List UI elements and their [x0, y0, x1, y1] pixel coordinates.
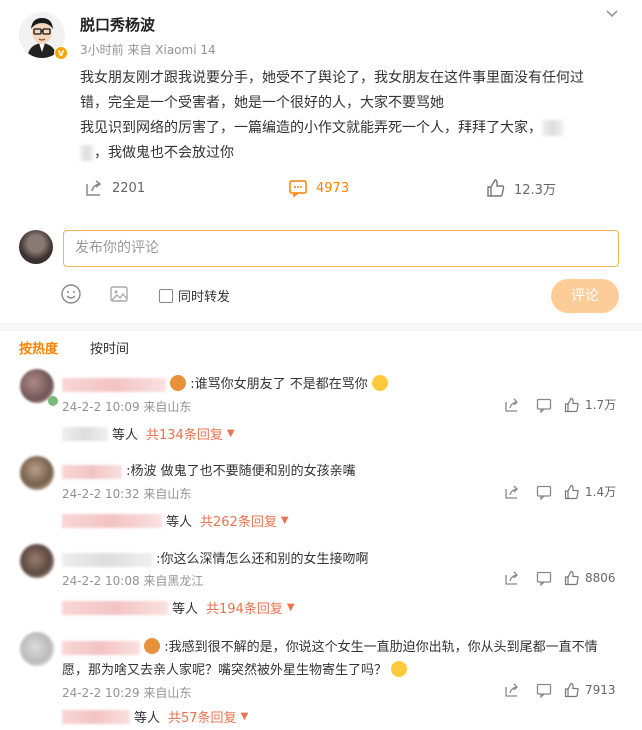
thumbs-up-icon[interactable]	[564, 397, 580, 413]
commenter-avatar[interactable]	[20, 456, 54, 490]
comment-like-count: 7913	[585, 683, 616, 697]
blurred-username	[62, 377, 166, 392]
comment-text: :谁骂你女朋友了 不是都在骂你	[62, 373, 388, 392]
blurred-username	[62, 600, 168, 615]
comment-meta: 24-2-2 10:09 来自山东	[62, 400, 192, 414]
post-line: ，我做鬼也不会放过你	[80, 141, 628, 166]
share-count: 2201	[112, 180, 146, 196]
caret-down-icon: ▼	[280, 515, 289, 526]
blurred-text	[80, 145, 94, 161]
comment-meta: 24-2-2 10:32 来自山东	[62, 487, 192, 501]
reply-count: 共57条回复	[168, 711, 237, 726]
divider	[0, 323, 642, 331]
share-icon[interactable]	[504, 484, 520, 500]
tab-hot[interactable]: 按热度	[19, 338, 58, 357]
comment-actions: 7913	[504, 682, 616, 698]
comment-actions: 1.7万	[504, 396, 616, 413]
share-button[interactable]: 2201	[84, 178, 145, 198]
checkbox-icon	[159, 288, 173, 303]
comment-meta: 24-2-2 10:08 来自黑龙江	[62, 574, 204, 588]
comment-icon[interactable]	[536, 484, 552, 500]
share-icon[interactable]	[504, 682, 520, 698]
comment-text: :我感到很不解的是，你说这个女生一直肋迫你出轨，你从头到尾都一直不情 愿，那为啥…	[62, 638, 598, 678]
thumbs-up-icon	[487, 179, 505, 197]
comment-meta: 24-2-2 10:29 来自山东	[62, 686, 192, 700]
tab-time[interactable]: 按时间	[90, 338, 129, 357]
comment-input[interactable]: 发布你的评论	[63, 230, 619, 267]
comment-button[interactable]: 4973	[288, 178, 349, 198]
thumbs-up-icon[interactable]	[564, 682, 580, 698]
post-line: 我见识到网络的厉害了，一篇编造的小作文就能弄死一个人，拜拜了大家，	[80, 116, 628, 141]
emoji-icon	[391, 661, 408, 677]
image-icon[interactable]	[109, 284, 129, 304]
blurred-username	[62, 464, 122, 479]
caret-down-icon: ▼	[240, 711, 249, 722]
share-icon[interactable]	[504, 570, 520, 586]
comment-text: :杨波 做鬼了也不要随便和别的女孩亲嘴	[62, 460, 356, 479]
emoji-icon	[371, 375, 388, 391]
post-body: 我女朋友刚才跟我说要分手，她受不了舆论了，我女朋友在这件事里面没有任何过 错，完…	[80, 66, 628, 166]
blurred-username	[62, 709, 130, 724]
comment-actions: 8806	[504, 570, 616, 586]
my-avatar	[19, 230, 53, 264]
reply-count: 共194条回复	[206, 602, 283, 617]
comment-icon[interactable]	[536, 682, 552, 698]
post-line: 错，完全是一个受害者，她是一个很好的人，大家不要骂她	[80, 95, 444, 111]
comment-text: :你这么深情怎么还和别的女生接吻啊	[62, 548, 369, 567]
chevron-down-icon[interactable]	[602, 6, 622, 26]
fan-badge-icon	[170, 375, 187, 391]
comment-actions: 1.4万	[504, 483, 616, 500]
reply-summary[interactable]: 等人 共57条回复 ▼	[62, 707, 248, 726]
reply-summary[interactable]: 等人 共194条回复 ▼	[62, 598, 295, 617]
post-meta: 3小时前 来自 Xiaomi 14	[80, 43, 216, 57]
author-name[interactable]: 脱口秀杨波	[80, 14, 155, 35]
comment-icon[interactable]	[536, 570, 552, 586]
comment-like-count: 8806	[585, 571, 616, 585]
blurred-username	[62, 640, 140, 655]
reply-count: 共134条回复	[146, 428, 223, 443]
caret-down-icon: ▼	[226, 428, 235, 439]
blurred-text	[542, 120, 564, 136]
commenter-avatar[interactable]	[20, 632, 54, 666]
comment-icon	[289, 180, 307, 198]
commenter-avatar[interactable]	[20, 544, 54, 578]
comment-like-count: 1.7万	[585, 398, 617, 412]
reply-summary[interactable]: 等人 共262条回复 ▼	[62, 511, 289, 530]
reply-count: 共262条回复	[200, 515, 277, 530]
repost-label: 同时转发	[178, 290, 231, 305]
caret-down-icon: ▼	[286, 602, 295, 613]
blurred-username	[62, 426, 108, 441]
blurred-username	[62, 552, 152, 567]
share-icon[interactable]	[504, 397, 520, 413]
thumbs-up-icon[interactable]	[564, 484, 580, 500]
comment-like-count: 1.4万	[585, 485, 617, 499]
thumbs-up-icon[interactable]	[564, 570, 580, 586]
comment-count: 4973	[316, 180, 350, 196]
fan-badge-icon	[144, 638, 161, 654]
share-icon	[86, 180, 102, 196]
repost-checkbox[interactable]: 同时转发	[159, 286, 230, 305]
comment-icon[interactable]	[536, 397, 552, 413]
member-badge-icon	[48, 396, 58, 406]
like-count: 12.3万	[514, 182, 556, 198]
like-button[interactable]: 12.3万	[486, 178, 556, 198]
post-line: 我女朋友刚才跟我说要分手，她受不了舆论了，我女朋友在这件事里面没有任何过	[80, 70, 584, 86]
emoji-icon[interactable]	[60, 283, 82, 305]
verified-badge-icon: v	[54, 46, 68, 60]
submit-comment-button[interactable]: 评论	[551, 279, 619, 313]
reply-summary[interactable]: 等人 共134条回复 ▼	[62, 424, 235, 443]
blurred-username	[62, 513, 162, 528]
